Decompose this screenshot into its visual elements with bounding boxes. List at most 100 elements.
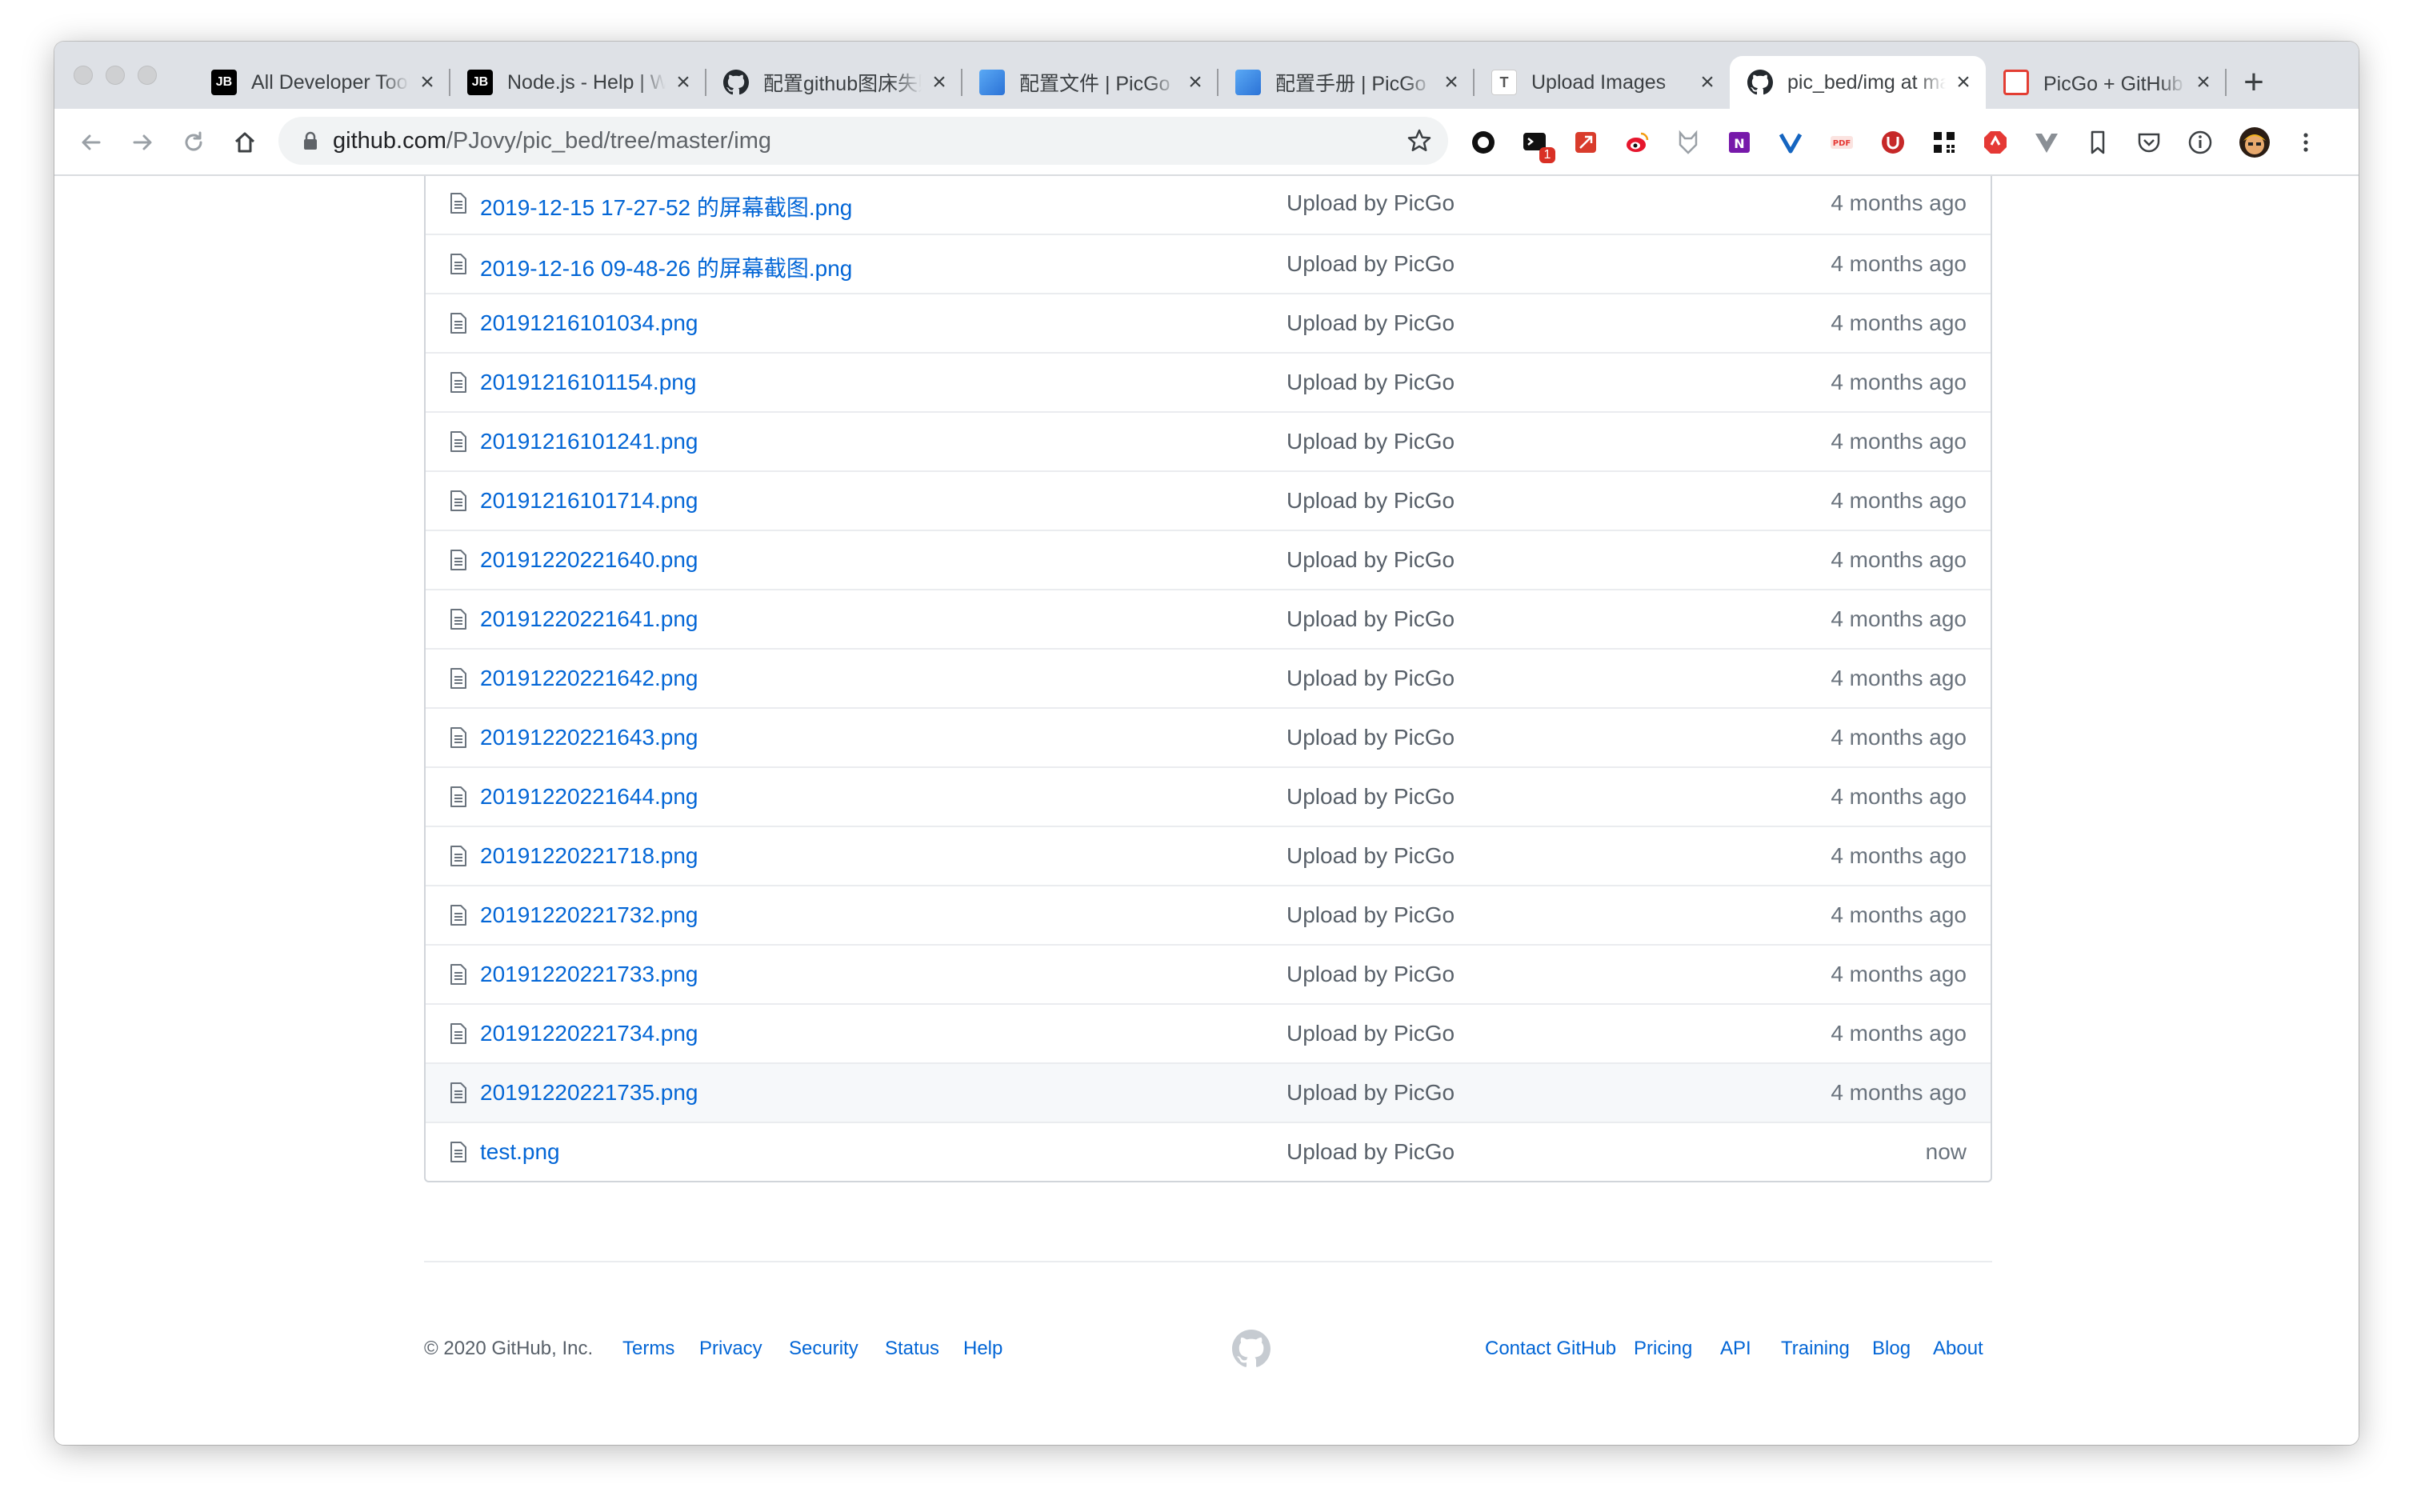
pocket-icon[interactable] [2131, 125, 2167, 160]
commit-message-link[interactable]: Upload by PicGo [1287, 606, 1455, 632]
info-icon[interactable] [2183, 125, 2218, 160]
footer-link-pricing[interactable]: Pricing [1634, 1338, 1692, 1360]
file-name-link[interactable]: 20191216101154.png [480, 370, 696, 395]
file-row: 2019-12-15 17-27-52 的屏幕截图.png Upload by P… [426, 176, 1991, 234]
footer-link-api[interactable]: API [1720, 1338, 1751, 1360]
commit-message-link[interactable]: Upload by PicGo [1287, 784, 1455, 810]
file-name-link[interactable]: 2019-12-16 09-48-26 的屏幕截图.png [480, 251, 852, 283]
commit-age: 4 months ago [1831, 488, 1967, 513]
browser-tab[interactable]: pic_bed/img at master× [1730, 56, 1986, 109]
browser-tab[interactable]: JB Node.js - Help | WebStorm× [450, 56, 706, 109]
bookmark-icon[interactable] [2080, 125, 2115, 160]
commit-message-link[interactable]: Upload by PicGo [1287, 1139, 1455, 1165]
minimize-window-button[interactable] [106, 66, 125, 85]
commit-message-link[interactable]: Upload by PicGo [1287, 843, 1455, 869]
footer-link-contact[interactable]: Contact GitHub [1485, 1338, 1616, 1360]
browser-tab[interactable]: 配置手册 | PicGo × [1218, 56, 1475, 109]
file-name-link[interactable]: 20191220221641.png [480, 606, 698, 632]
terminal-ext-icon[interactable]: 1 [1517, 125, 1555, 163]
commit-age: 4 months ago [1831, 251, 1967, 276]
browser-tab[interactable]: PicGo + GitHub 搭建图床 × [1986, 56, 2227, 109]
onenote-icon[interactable]: N [1722, 125, 1757, 160]
file-name-link[interactable]: 20191216101714.png [480, 488, 698, 514]
file-icon [450, 845, 467, 867]
back-button[interactable] [72, 123, 110, 162]
commit-message-link[interactable]: Upload by PicGo [1287, 725, 1455, 750]
footer-link-status[interactable]: Status [885, 1338, 939, 1360]
file-name-link[interactable]: 20191220221640.png [480, 547, 698, 573]
browser-tab[interactable]: T Upload Images × [1474, 56, 1730, 109]
tab-close-icon[interactable]: × [1952, 70, 1975, 94]
ublock-icon[interactable] [1875, 125, 1911, 160]
file-name-link[interactable]: 20191220221735.png [480, 1080, 698, 1106]
svg-text:PDF: PDF [1833, 139, 1851, 148]
commit-message-link[interactable]: Upload by PicGo [1287, 251, 1455, 277]
file-name-link[interactable]: 20191220221718.png [480, 843, 698, 869]
fox-ext-icon[interactable] [1671, 125, 1706, 160]
commit-message-link[interactable]: Upload by PicGo [1287, 190, 1455, 216]
file-name-link[interactable]: test.png [480, 1139, 560, 1165]
commit-message-link[interactable]: Upload by PicGo [1287, 547, 1455, 573]
home-button[interactable] [226, 123, 264, 162]
close-window-button[interactable] [74, 66, 93, 85]
file-name-link[interactable]: 20191216101241.png [480, 429, 698, 454]
footer-link-terms[interactable]: Terms [622, 1338, 674, 1360]
browser-tab[interactable]: 配置文件 | PicGo × [962, 56, 1219, 109]
footer-link-privacy[interactable]: Privacy [699, 1338, 762, 1360]
pdf-ext-icon[interactable]: PDF [1824, 125, 1859, 160]
commit-message-link[interactable]: Upload by PicGo [1287, 310, 1455, 336]
forward-button[interactable] [123, 123, 162, 162]
tab-close-icon[interactable]: × [416, 70, 438, 94]
browser-tab[interactable]: JB All Developer Tools and Products by Je… [194, 56, 450, 109]
v-ext-icon[interactable] [1773, 125, 1808, 160]
browser-tab[interactable]: 配置github图床失败 × [706, 56, 962, 109]
footer-link-help[interactable]: Help [963, 1338, 1002, 1360]
arrow-right-icon [133, 134, 152, 150]
tab-close-icon[interactable]: × [1440, 70, 1463, 94]
file-row: 20191220221718.png Upload by PicGo 4 month… [426, 826, 1991, 885]
tab-close-icon[interactable]: × [1696, 70, 1719, 94]
commit-message-link[interactable]: Upload by PicGo [1287, 370, 1455, 395]
file-name-link[interactable]: 20191220221643.png [480, 725, 698, 750]
vue-devtools-icon[interactable] [2029, 125, 2064, 160]
profile-avatar[interactable] [2237, 125, 2272, 160]
footer-link-blog[interactable]: Blog [1872, 1338, 1911, 1360]
tab-close-icon[interactable]: × [928, 70, 950, 94]
commit-age: 4 months ago [1831, 725, 1967, 750]
file-row: 20191220221641.png Upload by PicGo 4 month… [426, 589, 1991, 648]
zoom-window-button[interactable] [138, 66, 157, 85]
file-name-link[interactable]: 20191220221732.png [480, 902, 698, 928]
qr-code-icon[interactable] [1927, 125, 1962, 160]
tab-close-icon[interactable]: × [1184, 70, 1206, 94]
commit-message-link[interactable]: Upload by PicGo [1287, 902, 1455, 928]
tab-close-icon[interactable]: × [672, 70, 694, 94]
commit-message-link[interactable]: Upload by PicGo [1287, 488, 1455, 514]
commit-age: 4 months ago [1831, 843, 1967, 868]
reload-button[interactable] [174, 123, 213, 162]
file-name-link[interactable]: 2019-12-15 17-27-52 的屏幕截图.png [480, 190, 852, 222]
footer-link-security[interactable]: Security [789, 1338, 858, 1360]
file-name-link[interactable]: 20191216101034.png [480, 310, 698, 336]
commit-message-link[interactable]: Upload by PicGo [1287, 962, 1455, 987]
bookmark-star-button[interactable] [1405, 126, 1434, 155]
new-tab-button[interactable]: + [2235, 64, 2272, 101]
file-name-link[interactable]: 20191220221734.png [480, 1021, 698, 1046]
file-name-link[interactable]: 20191220221642.png [480, 666, 698, 691]
commit-message-link[interactable]: Upload by PicGo [1287, 666, 1455, 691]
commit-message-link[interactable]: Upload by PicGo [1287, 1080, 1455, 1106]
footer-link-training[interactable]: Training [1781, 1338, 1850, 1360]
footer-link-about[interactable]: About [1933, 1338, 1983, 1360]
jetbrains-icon: JB [467, 70, 493, 95]
circle-ext-icon[interactable] [1466, 125, 1501, 160]
csdn-icon [2003, 70, 2029, 95]
address-bar[interactable]: github.com/PJovy/pic_bed/tree/master/img [278, 117, 1448, 165]
tab-close-icon[interactable]: × [2192, 70, 2215, 94]
red-ext-icon[interactable] [1568, 125, 1603, 160]
weibo-icon[interactable] [1619, 125, 1655, 160]
file-name-link[interactable]: 20191220221644.png [480, 784, 698, 810]
commit-message-link[interactable]: Upload by PicGo [1287, 429, 1455, 454]
file-name-link[interactable]: 20191220221733.png [480, 962, 698, 987]
adblock-icon[interactable] [1978, 125, 2013, 160]
commit-message-link[interactable]: Upload by PicGo [1287, 1021, 1455, 1046]
menu-icon[interactable] [2288, 125, 2323, 160]
